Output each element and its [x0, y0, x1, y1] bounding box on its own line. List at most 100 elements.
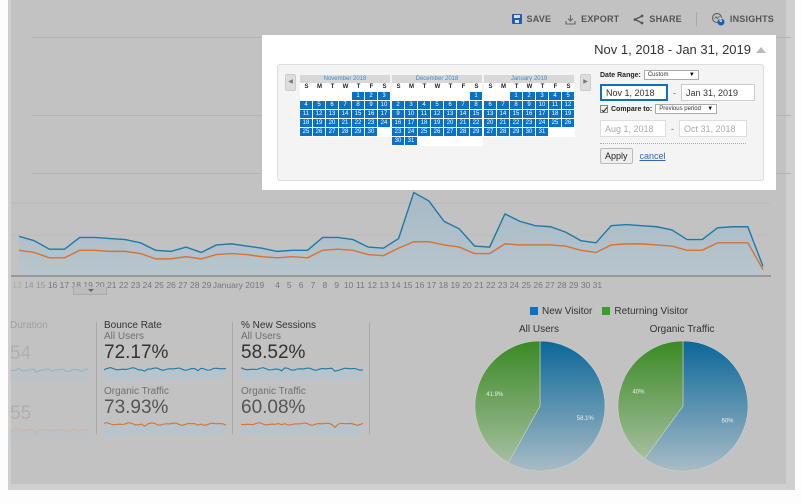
calendar-day[interactable]: 2: [365, 92, 378, 101]
calendar-day[interactable]: 13: [444, 110, 457, 119]
chart-range-handle[interactable]: [73, 287, 107, 295]
compare-end-input[interactable]: Oct 31, 2018: [679, 120, 747, 137]
calendar-day[interactable]: 11: [549, 101, 562, 110]
calendar-day[interactable]: 15: [352, 110, 365, 119]
calendar-day[interactable]: 6: [444, 101, 457, 110]
calendar-day[interactable]: 1: [470, 92, 483, 101]
calendar-day[interactable]: 5: [313, 101, 326, 110]
calendar-day[interactable]: 4: [418, 101, 431, 110]
calendar-day[interactable]: 19: [431, 119, 444, 128]
prev-month-button[interactable]: ◀: [285, 74, 296, 91]
calendar-day[interactable]: 18: [300, 119, 313, 128]
calendar-day[interactable]: 6: [326, 101, 339, 110]
calendar-day[interactable]: 10: [536, 101, 549, 110]
calendar-day[interactable]: 20: [484, 119, 497, 128]
calendar-day[interactable]: 10: [405, 110, 418, 119]
calendar-day[interactable]: 17: [378, 110, 391, 119]
calendar-day[interactable]: 15: [470, 110, 483, 119]
compare-select[interactable]: Previous period ▼: [655, 104, 718, 114]
calendar-day[interactable]: 24: [405, 128, 418, 137]
calendar-day[interactable]: 4: [300, 101, 313, 110]
calendar-day[interactable]: 28: [497, 128, 510, 137]
calendar-day[interactable]: 23: [365, 119, 378, 128]
calendar-day[interactable]: 7: [339, 101, 352, 110]
calendar-day[interactable]: 30: [365, 128, 378, 137]
calendar-day[interactable]: 26: [562, 119, 575, 128]
calendar-day[interactable]: 3: [405, 101, 418, 110]
calendar-day[interactable]: 26: [313, 128, 326, 137]
calendar-day[interactable]: 31: [405, 137, 418, 146]
calendar-day[interactable]: 22: [510, 119, 523, 128]
calendar-day[interactable]: 14: [497, 110, 510, 119]
calendar-day[interactable]: 1: [352, 92, 365, 101]
calendar-day[interactable]: 3: [378, 92, 391, 101]
calendar-day[interactable]: 2: [392, 101, 405, 110]
date-range-toggle[interactable]: Nov 1, 2018 - Jan 31, 2019: [594, 42, 766, 57]
export-button[interactable]: EXPORT: [565, 14, 619, 25]
calendar-day[interactable]: 27: [326, 128, 339, 137]
compare-checkbox[interactable]: [600, 105, 608, 113]
calendar-day[interactable]: 30: [392, 137, 405, 146]
calendar-day[interactable]: 15: [510, 110, 523, 119]
calendar-day[interactable]: 12: [562, 101, 575, 110]
calendar-day[interactable]: 29: [470, 128, 483, 137]
calendar-day[interactable]: 30: [523, 128, 536, 137]
calendar-day[interactable]: 23: [523, 119, 536, 128]
calendar-day[interactable]: 8: [470, 101, 483, 110]
cancel-link[interactable]: cancel: [640, 151, 666, 161]
calendar-day[interactable]: 14: [457, 110, 470, 119]
calendar-day[interactable]: 2: [523, 92, 536, 101]
calendar-day[interactable]: 20: [444, 119, 457, 128]
calendar-day[interactable]: 9: [365, 101, 378, 110]
date-range-select[interactable]: Custom ▼: [643, 70, 699, 80]
calendar-day[interactable]: 12: [431, 110, 444, 119]
calendar-day[interactable]: 5: [562, 92, 575, 101]
calendar-day[interactable]: 19: [562, 110, 575, 119]
calendar-day[interactable]: 29: [352, 128, 365, 137]
calendar-day[interactable]: 11: [300, 110, 313, 119]
calendar-day[interactable]: 28: [339, 128, 352, 137]
calendar-day[interactable]: 29: [510, 128, 523, 137]
calendar-day[interactable]: 17: [536, 110, 549, 119]
calendar-day[interactable]: 28: [457, 128, 470, 137]
calendar-day[interactable]: 18: [549, 110, 562, 119]
calendar-day[interactable]: 4: [549, 92, 562, 101]
calendar-day[interactable]: 21: [457, 119, 470, 128]
calendar-day[interactable]: 7: [497, 101, 510, 110]
calendar-day[interactable]: 19: [313, 119, 326, 128]
calendar-day[interactable]: 21: [339, 119, 352, 128]
calendar-day[interactable]: 25: [300, 128, 313, 137]
calendar-day[interactable]: 31: [536, 128, 549, 137]
calendar-day[interactable]: 8: [510, 101, 523, 110]
calendar-day[interactable]: 14: [339, 110, 352, 119]
calendar-day[interactable]: 24: [378, 119, 391, 128]
calendar-day[interactable]: 8: [352, 101, 365, 110]
insights-button[interactable]: 6 INSIGHTS: [711, 12, 774, 26]
apply-button[interactable]: Apply: [600, 148, 633, 164]
compare-start-input[interactable]: Aug 1, 2018: [600, 120, 666, 137]
calendar-day[interactable]: 3: [536, 92, 549, 101]
calendar-day[interactable]: 17: [405, 119, 418, 128]
calendar-day[interactable]: 27: [484, 128, 497, 137]
share-button[interactable]: SHARE: [633, 14, 682, 25]
calendar-day[interactable]: 26: [431, 128, 444, 137]
calendar-day[interactable]: 6: [484, 101, 497, 110]
calendar-day[interactable]: 25: [549, 119, 562, 128]
save-button[interactable]: SAVE: [511, 14, 552, 24]
start-date-input[interactable]: Nov 1, 2018: [600, 84, 668, 101]
calendar-day[interactable]: 24: [536, 119, 549, 128]
calendar-day[interactable]: 27: [444, 128, 457, 137]
calendar-day[interactable]: 11: [418, 110, 431, 119]
calendar-day[interactable]: 22: [470, 119, 483, 128]
calendar-day[interactable]: 16: [523, 110, 536, 119]
calendar-day[interactable]: 5: [431, 101, 444, 110]
calendar-day[interactable]: 21: [497, 119, 510, 128]
calendar-day[interactable]: 23: [392, 128, 405, 137]
calendar-day[interactable]: 13: [326, 110, 339, 119]
next-month-button[interactable]: ▶: [580, 74, 591, 91]
end-date-input[interactable]: Jan 31, 2019: [681, 84, 755, 101]
calendar-day[interactable]: 18: [418, 119, 431, 128]
calendar-day[interactable]: 16: [365, 110, 378, 119]
calendar-day[interactable]: 10: [378, 101, 391, 110]
calendar-day[interactable]: 1: [510, 92, 523, 101]
